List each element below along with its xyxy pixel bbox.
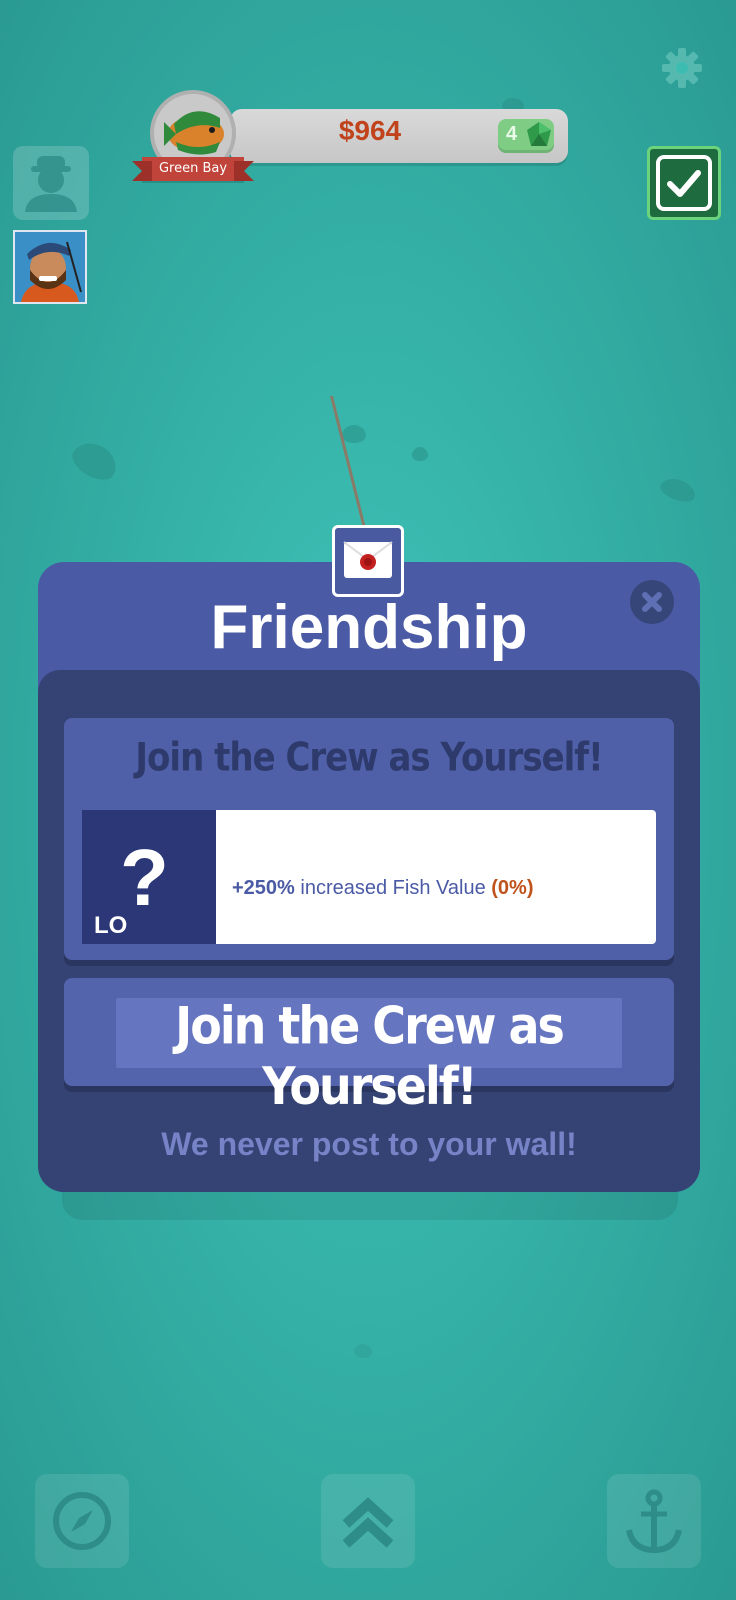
offer-description-text: increased Fish Value: [300, 877, 486, 899]
dock-button[interactable]: [607, 1474, 701, 1568]
fisherman-portrait-icon: [15, 232, 85, 302]
map-button[interactable]: [35, 1474, 129, 1568]
crew-member-avatar[interactable]: [13, 230, 87, 304]
offer-heading: Join the Crew as Yourself!: [135, 735, 603, 781]
join-crew-button-label[interactable]: Join the Crew as Yourself!: [116, 996, 622, 1117]
anchor-icon: [626, 1489, 682, 1554]
gem-count: 4: [506, 123, 518, 145]
offer-badge-level: LO: [94, 912, 128, 939]
envelope-icon: [343, 541, 393, 578]
gear-icon[interactable]: [660, 46, 704, 90]
background-fish: [657, 474, 699, 506]
fisherman-silhouette-icon: [25, 156, 77, 212]
fishing-line: [330, 395, 366, 527]
check-icon: [656, 155, 712, 211]
crew-slot-empty[interactable]: [13, 146, 89, 220]
upgrade-button[interactable]: [321, 1474, 415, 1568]
offer-description: +250% increased Fish Value (0%): [232, 877, 534, 900]
dialog-title: Friendship: [210, 593, 528, 662]
background-fish: [412, 447, 428, 461]
offer-badge-symbol: ?: [120, 833, 169, 922]
money-amount: $964: [338, 115, 402, 146]
background-fish: [342, 425, 366, 443]
location-banner: Green Bay: [132, 157, 254, 181]
close-icon: [642, 592, 662, 612]
envelope-badge: [332, 525, 404, 597]
disclaimer-text: We never post to your wall!: [161, 1126, 577, 1162]
confirm-button[interactable]: [647, 146, 721, 220]
gem-icon: [527, 122, 551, 146]
background-fish: [67, 435, 123, 487]
chevron-up-icon: [342, 1497, 394, 1548]
background-fish: [354, 1344, 372, 1358]
offer-bonus: +250%: [232, 877, 295, 899]
compass-icon: [53, 1492, 111, 1550]
offer-current-value: (0%): [491, 877, 534, 899]
close-button[interactable]: [630, 580, 674, 624]
